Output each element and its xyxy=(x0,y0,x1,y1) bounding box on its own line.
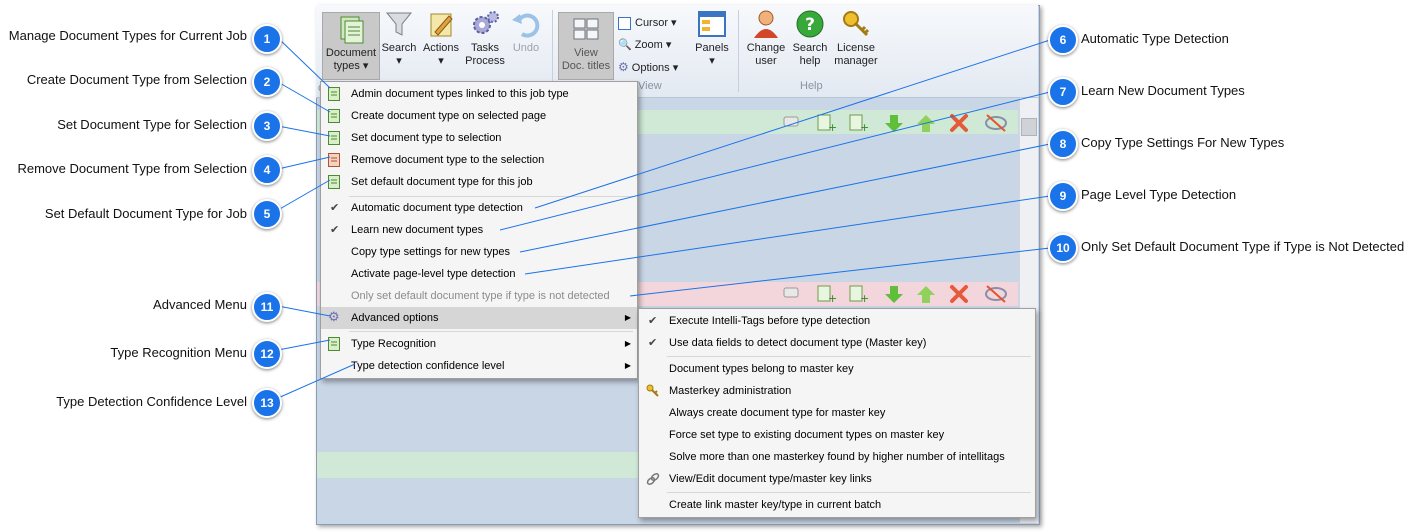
callout-3-label: Set Document Type for Selection xyxy=(57,117,247,132)
callout-10-badge: 10 xyxy=(1048,233,1078,263)
callout-9-badge: 9 xyxy=(1048,181,1078,211)
callout-7-label: Learn New Document Types xyxy=(1081,83,1245,98)
callout-12-badge: 12 xyxy=(252,339,282,369)
callout-13-badge: 13 xyxy=(252,388,282,418)
callout-3-badge: 3 xyxy=(252,111,282,141)
callout-2-badge: 2 xyxy=(252,67,282,97)
callout-11-badge: 11 xyxy=(252,292,282,322)
callout-12-label: Type Recognition Menu xyxy=(110,345,247,360)
callout-7-badge: 7 xyxy=(1048,77,1078,107)
callout-6-badge: 6 xyxy=(1048,25,1078,55)
callout-1-badge: 1 xyxy=(252,24,282,54)
callout-6-label: Automatic Type Detection xyxy=(1081,31,1229,46)
callout-5-badge: 5 xyxy=(252,199,282,229)
callout-5-label: Set Default Document Type for Job xyxy=(44,206,247,221)
callout-4-label: Remove Document Type from Selection xyxy=(17,161,247,176)
callout-2-label: Create Document Type from Selection xyxy=(26,72,247,87)
callout-9-label: Page Level Type Detection xyxy=(1081,187,1237,202)
callout-13-label: Type Detection Confidence Level xyxy=(56,394,247,409)
callout-11-label: Advanced Menu xyxy=(153,297,247,312)
callout-10-label: Only Set Default Document Type if Type i… xyxy=(1081,239,1405,254)
callout-1-label: Manage Document Types for Current Job xyxy=(8,28,247,43)
callout-8-badge: 8 xyxy=(1048,129,1078,159)
callout-4-badge: 4 xyxy=(252,155,282,185)
callout-8-label: Copy Type Settings For New Types xyxy=(1081,135,1285,150)
